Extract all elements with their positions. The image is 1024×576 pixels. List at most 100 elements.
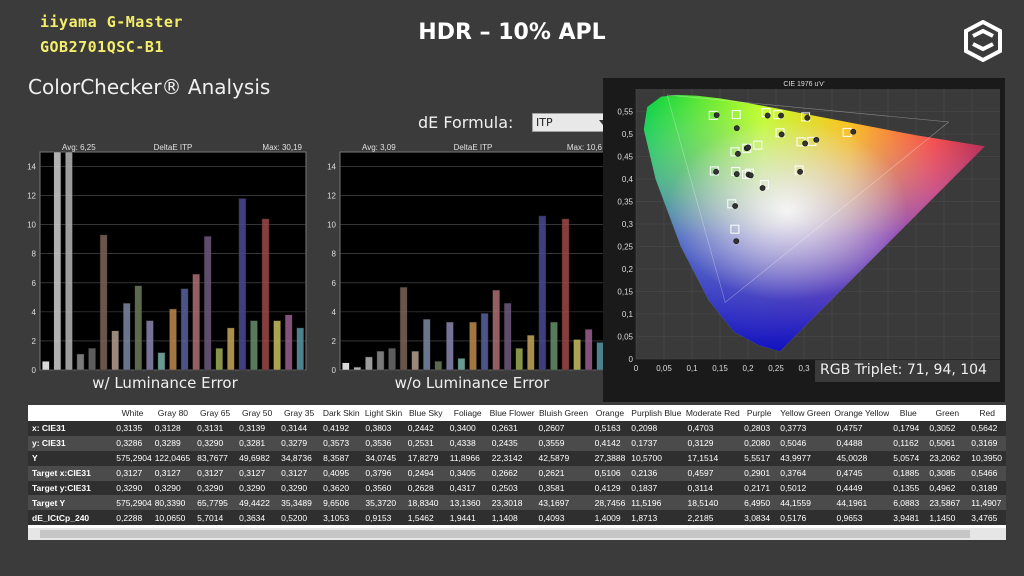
table-cell: 28,7456 [591,495,629,511]
table-cell: 0,3289 [151,435,195,451]
bar-moderate-red [492,289,500,371]
table-cell: 5,7014 [194,510,237,526]
table-row: Target Y 575,2904 80,3390 65,7795 49,4422 35,… [28,495,1006,511]
bar-green [550,321,558,371]
column-header: Gray 50 [236,405,279,421]
table-cell: 0,3560 [362,480,405,496]
column-header: Dark Skin [320,405,363,421]
y-tick-label: 0,45 [617,153,633,162]
y-tick-label: 14 [327,163,336,172]
bar-gray-80 [53,151,62,371]
table-cell: 0,3290 [236,480,279,496]
table-cell: 0,1162 [890,435,927,451]
table-cell: 0,4338 [446,435,489,451]
table-cell: 3,4765 [968,510,1006,526]
table-header-row: White Gray 80 Gray 65 Gray 50 Gray 35 Dark Sk… [28,405,1006,421]
table-cell: 0,3290 [151,480,195,496]
table-cell: 9,6506 [320,495,363,511]
bar-magenta [284,314,293,371]
row-label: x: CIE31 [28,421,114,436]
column-header: Orange [591,405,629,421]
table-cell: 44,1559 [777,495,834,511]
bar-blue-flower [446,321,454,371]
row-label: Target y:CIE31 [28,480,114,496]
bar-blue [238,198,247,371]
bar-yellow-green [215,347,224,371]
table-cell: 35,3720 [362,495,405,511]
table-cell: 6,0883 [890,495,927,511]
table-cell: 34,8736 [278,450,321,466]
bar-bluish-green [157,352,166,371]
cie-1976-chromaticity-chart: 0 0,05 0,1 0,15 0,2 0,25 0,3 0,35 0,4 0,45 0,5 0,55… [603,78,1005,402]
table-cell: 0,4745 [833,465,891,481]
bar-gray-65 [65,151,73,371]
measured-point-5 [735,150,741,157]
measured-point-4 [778,112,784,119]
scrollbar-thumb[interactable] [40,530,970,538]
table-cell: 0,5012 [777,480,834,496]
measured-point-6 [804,114,811,121]
table-cell: 17,8279 [404,450,447,466]
table-cell: 27,3888 [591,450,629,466]
table-row: Target x:CIE31 0,3127 0,3127 0,3127 0,3127 0,… [28,465,1006,481]
table-cell: 0,3279 [278,435,321,451]
column-header: Moderate Red [684,405,742,421]
max-label: Max: 30,19 [262,143,302,152]
bar-gray-50 [76,353,85,371]
de-formula-select[interactable]: ITP [532,113,612,132]
table-cell: 0,2628 [404,480,447,496]
table-cell: 0,4757 [833,421,891,436]
table-cell: 0,3290 [113,480,152,496]
table-cell: 0,3085 [926,465,969,481]
measured-point-15 [813,136,820,143]
table-cell: 34,0745 [362,450,405,466]
y-tick-label: 10 [327,221,336,230]
bar-chart-without-luminance: 0 2 4 6 8 10 12 14 Avg: 3,09 DeltaE ITP Max: 10,6 [327,143,607,374]
table-horizontal-scrollbar[interactable] [28,528,1006,540]
table-cell: 23,5867 [926,495,969,511]
measurement-table-grid: White Gray 80 Gray 65 Gray 50 Gray 35 Dark Sk… [28,405,1006,526]
column-header: Light Skin [362,405,405,421]
hexagon-logo-icon [964,20,1002,62]
table-cell: 83,7677 [194,450,237,466]
column-header: Blue [890,405,927,421]
measured-point-9 [747,172,754,179]
bar-magenta [584,329,593,371]
table-cell: 8,3587 [320,450,363,466]
row-label: dE_ICtCp_240 [28,510,114,526]
bar-blue-sky [422,318,431,371]
row-label: y: CIE31 [28,435,114,451]
y-tick-label: 2 [32,337,37,346]
table-cell: 11,5196 [628,495,685,511]
table-row: Y 575,2904 122,0465 83,7677 49,6982 34,8736 8,… [28,450,1006,466]
table-cell: 23,3018 [488,495,536,511]
table-cell: 0,4597 [684,465,742,481]
table-cell: 1,5462 [404,510,447,526]
measured-point-16 [733,171,740,177]
bar-chart-with-luminance: 0 2 4 6 8 10 12 14 Avg: 6,25 DeltaE ITP Max: 30,19 [27,143,307,374]
table-cell: 0,5642 [968,421,1006,436]
table-cell: 18,8340 [404,495,447,511]
table-cell: 0,3286 [113,435,152,451]
table-cell: 0,3559 [535,435,592,451]
table-cell: 0,2494 [404,465,447,481]
measured-point-13 [713,112,720,118]
table-cell: 0,3290 [278,480,321,496]
x-tick-label: 0 [634,364,639,373]
table-cell: 0,5061 [926,435,969,451]
y-tick-label: 0 [332,366,337,374]
y-tick-label: 0 [629,355,634,364]
chart-caption-with-luminance: w/ Luminance Error [92,374,238,392]
x-tick-label: 0,1 [686,364,698,373]
y-tick-label: 0,15 [617,288,633,297]
x-tick-label: 0,2 [742,364,754,373]
measurement-table: White Gray 80 Gray 65 Gray 50 Gray 35 Dark Sk… [28,405,1006,540]
table-cell: 0,4142 [591,435,629,451]
x-tick-label: 0,25 [768,364,784,373]
table-cell: 0,4192 [320,421,363,436]
bar-orange [469,321,477,371]
y-tick-label: 2 [332,337,337,346]
table-cell: 42,5879 [535,450,592,466]
table-cell: 35,3489 [278,495,321,511]
table-cell: 0,3127 [194,465,237,481]
